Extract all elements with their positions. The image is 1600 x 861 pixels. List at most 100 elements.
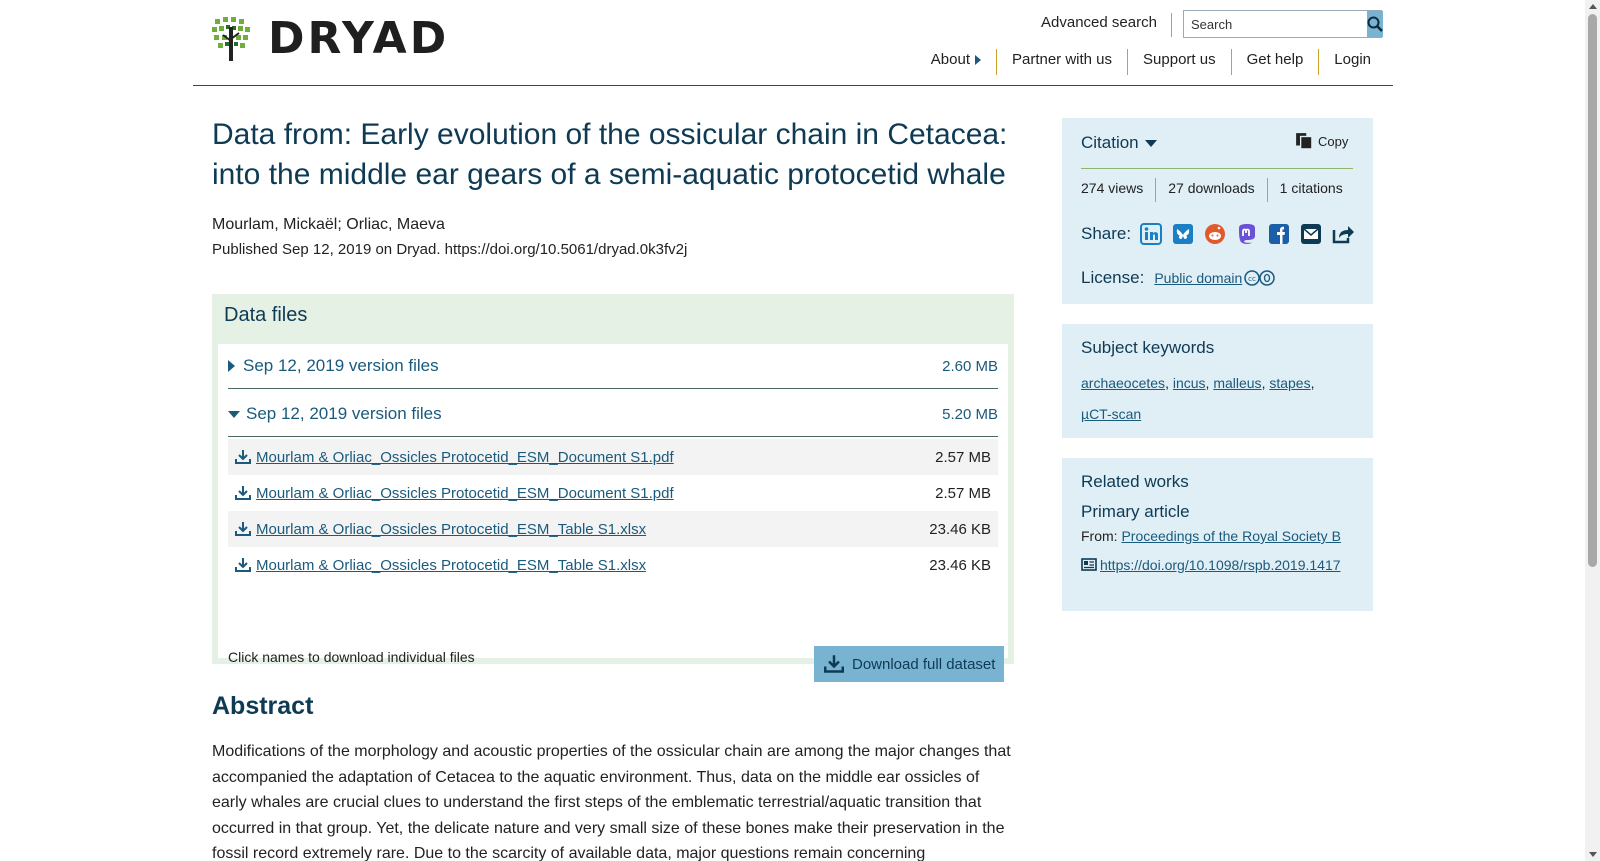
keyword-link[interactable]: archaeocetes: [1081, 375, 1165, 391]
file-size: 2.57 MB: [935, 484, 991, 502]
clipboard-icon: [1296, 133, 1313, 150]
file-row: Mourlam & Orliac_Ossicles Protocetid_ESM…: [228, 439, 998, 475]
data-files-panel: Data files Sep 12, 2019 version files 2.…: [212, 294, 1014, 682]
caret-down-icon: [1144, 139, 1157, 147]
file-size: 23.46 KB: [929, 556, 991, 574]
scroll-thumb[interactable]: [1588, 14, 1597, 567]
email-icon[interactable]: [1299, 222, 1323, 246]
bluesky-icon[interactable]: [1171, 222, 1195, 246]
primary-article-label: Primary article: [1081, 502, 1190, 521]
keyword-link[interactable]: incus: [1173, 375, 1206, 391]
tree-logo-icon: [212, 17, 250, 61]
cc-zero-icon: cc: [1244, 270, 1276, 286]
search-button[interactable]: [1367, 11, 1383, 37]
share-row: Share:: [1081, 222, 1363, 246]
download-full-dataset-button[interactable]: Download full dataset: [814, 646, 1004, 682]
file-size: 23.46 KB: [929, 520, 991, 538]
journal-link[interactable]: Proceedings of the Royal Society B: [1121, 528, 1340, 544]
reddit-icon[interactable]: [1203, 222, 1227, 246]
related-works-panel: Related works Primary article From: Proc…: [1062, 458, 1373, 611]
download-icon: [235, 450, 251, 464]
keywords-list: archaeocetes, incus, malleus, stapes, µC…: [1081, 375, 1315, 422]
nav-support[interactable]: Support us: [1127, 49, 1231, 75]
related-doi-link[interactable]: https://doi.org/10.1098/rspb.2019.1417: [1100, 553, 1352, 577]
file-name: Mourlam & Orliac_Ossicles Protocetid_ESM…: [256, 520, 647, 538]
logo-wordmark: DRYAD: [268, 13, 450, 64]
download-icon: [824, 655, 844, 673]
share-label: Share:: [1081, 224, 1132, 243]
keywords-panel: Subject keywords archaeocetes, incus, ma…: [1062, 324, 1373, 438]
share-icon[interactable]: [1331, 222, 1355, 246]
main-nav: About Partner with us Support us Get hel…: [916, 49, 1386, 75]
abstract-heading: Abstract: [212, 692, 314, 720]
site-header: DRYAD Advanced search About Partner with…: [193, 0, 1393, 86]
caret-down-icon: [228, 410, 240, 418]
search-box: [1183, 10, 1383, 38]
nav-partner[interactable]: Partner with us: [995, 49, 1127, 75]
metrics: 274 views 27 downloads 1 citations: [1081, 178, 1355, 202]
advanced-search-link[interactable]: Advanced search: [1041, 13, 1172, 37]
from-label: From:: [1081, 528, 1118, 544]
mastodon-icon[interactable]: [1235, 222, 1259, 246]
published-info: Published Sep 12, 2019 on Dryad. https:/…: [212, 241, 688, 258]
file-download-link[interactable]: Mourlam & Orliac_Ossicles Protocetid_ESM…: [235, 521, 646, 538]
version-size: 2.60 MB: [942, 357, 998, 375]
scroll-up-icon[interactable]: [1589, 4, 1597, 9]
citation-label: Citation: [1081, 133, 1139, 152]
citation-toggle[interactable]: Citation: [1081, 133, 1163, 153]
keyword-link[interactable]: µCT-scan: [1081, 406, 1141, 422]
data-files-list: Sep 12, 2019 version files 2.60 MB Sep 1…: [218, 344, 1008, 682]
nav-about-label: About: [930, 51, 970, 68]
keyword-link[interactable]: malleus: [1213, 375, 1261, 391]
svg-text:cc: cc: [1248, 275, 1256, 283]
file-row: Mourlam & Orliac_Ossicles Protocetid_ESM…: [228, 511, 998, 547]
nav-help[interactable]: Get help: [1230, 49, 1319, 75]
data-files-heading: Data files: [224, 304, 308, 326]
license-label: License:: [1081, 268, 1145, 287]
file-name: Mourlam & Orliac_Ossicles Protocetid_ESM…: [256, 556, 647, 574]
version-label: Sep 12, 2019 version files: [243, 356, 439, 375]
download-icon: [235, 522, 251, 536]
related-from: From: Proceedings of the Royal Society B: [1081, 528, 1341, 544]
version-label: Sep 12, 2019 version files: [246, 404, 442, 423]
page-scrollbar[interactable]: [1585, 0, 1600, 861]
downloads-count: 27 downloads: [1155, 178, 1266, 202]
citation-panel: Citation Copy 274 views 27 downloads 1 c…: [1062, 118, 1373, 304]
license-link[interactable]: Public domain: [1154, 270, 1242, 286]
related-heading: Related works: [1081, 472, 1189, 491]
abstract-text: Modifications of the morphology and acou…: [212, 743, 1011, 861]
file-row: Mourlam & Orliac_Ossicles Protocetid_ESM…: [228, 475, 998, 511]
citations-count: 1 citations: [1266, 178, 1355, 202]
download-icon: [235, 558, 251, 572]
file-download-link[interactable]: Mourlam & Orliac_Ossicles Protocetid_ESM…: [235, 449, 674, 466]
search-icon: [1367, 16, 1383, 32]
search-input[interactable]: [1184, 11, 1367, 37]
file-download-link[interactable]: Mourlam & Orliac_Ossicles Protocetid_ESM…: [235, 485, 674, 502]
file-row: Mourlam & Orliac_Ossicles Protocetid_ESM…: [228, 547, 998, 583]
copy-label: Copy: [1318, 133, 1349, 149]
caret-right-icon: [228, 360, 235, 372]
copy-citation-button[interactable]: Copy: [1295, 132, 1348, 150]
license-row: License: Public domain cc: [1081, 268, 1276, 288]
nav-login[interactable]: Login: [1318, 49, 1386, 75]
linkedin-icon[interactable]: [1139, 222, 1163, 246]
caret-right-icon: [974, 55, 981, 66]
file-download-link[interactable]: Mourlam & Orliac_Ossicles Protocetid_ESM…: [235, 557, 646, 574]
article-icon: [1081, 558, 1097, 571]
nav-about[interactable]: About: [916, 49, 996, 75]
dryad-logo[interactable]: DRYAD: [212, 17, 449, 61]
keyword-link[interactable]: stapes: [1269, 375, 1310, 391]
scroll-down-icon[interactable]: [1589, 852, 1597, 857]
file-size: 2.57 MB: [935, 448, 991, 466]
download-icon: [235, 486, 251, 500]
related-doi-row: https://doi.org/10.1098/rspb.2019.1417: [1081, 553, 1352, 577]
version-row[interactable]: Sep 12, 2019 version files 2.60 MB: [228, 344, 998, 389]
facebook-icon[interactable]: [1267, 222, 1291, 246]
file-name: Mourlam & Orliac_Ossicles Protocetid_ESM…: [256, 484, 674, 502]
version-size: 5.20 MB: [942, 405, 998, 423]
divider: [1081, 168, 1353, 169]
version-row[interactable]: Sep 12, 2019 version files 5.20 MB: [228, 392, 998, 437]
keywords-heading: Subject keywords: [1081, 338, 1215, 357]
file-name: Mourlam & Orliac_Ossicles Protocetid_ESM…: [256, 448, 674, 466]
download-note: Click names to download individual files: [228, 649, 475, 665]
